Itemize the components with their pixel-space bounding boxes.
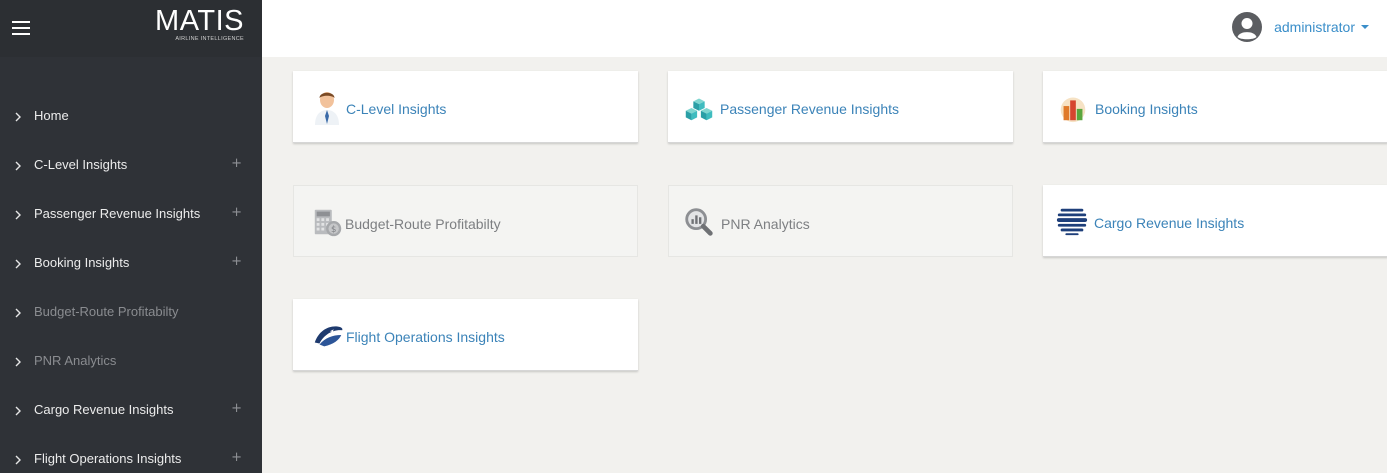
tile-label: Flight Operations Insights xyxy=(346,329,505,345)
bar-chart-icon xyxy=(1060,97,1086,123)
tile-label: Passenger Revenue Insights xyxy=(720,101,899,117)
caret-down-icon xyxy=(1361,25,1369,29)
tile-label: C-Level Insights xyxy=(346,101,447,117)
tile-label: PNR Analytics xyxy=(721,216,810,232)
chevron-right-icon xyxy=(15,308,21,318)
sidebar-item-booking-insights[interactable]: Booking Insights + xyxy=(0,239,262,288)
sidebar-item-label: Passenger Revenue Insights xyxy=(34,206,201,221)
top-bar: administrator xyxy=(262,0,1387,57)
svg-text:$: $ xyxy=(331,225,336,235)
expand-plus-icon[interactable]: + xyxy=(231,450,242,465)
chevron-right-icon xyxy=(15,259,21,269)
tile-booking-insights[interactable]: Booking Insights xyxy=(1043,71,1387,143)
tile-passenger-revenue-insights[interactable]: Passenger Revenue Insights xyxy=(668,71,1013,143)
brand-logo[interactable]: MATIS AIRLINE INTELLIGENCE xyxy=(155,6,244,43)
brand-name: MATIS xyxy=(155,5,244,37)
chevron-right-icon xyxy=(15,161,21,171)
sidebar-item-passenger-revenue-insights[interactable]: Passenger Revenue Insights + xyxy=(0,190,262,239)
airline-logo-icon xyxy=(314,326,343,347)
chevron-right-icon xyxy=(15,210,21,220)
tile-label: Booking Insights xyxy=(1095,101,1198,117)
username: administrator xyxy=(1274,19,1355,35)
tile-label: Cargo Revenue Insights xyxy=(1094,215,1245,231)
expand-plus-icon[interactable]: + xyxy=(231,156,242,171)
chevron-right-icon xyxy=(15,357,21,367)
sidebar-item-pnr-analytics[interactable]: PNR Analytics xyxy=(0,337,262,386)
expand-plus-icon[interactable]: + xyxy=(231,401,242,416)
user-avatar-icon xyxy=(1232,12,1263,42)
tile-cargo-revenue-insights[interactable]: Cargo Revenue Insights xyxy=(1043,185,1387,257)
sidebar-item-c-level-insights[interactable]: C-Level Insights + xyxy=(0,141,262,190)
sidebar: MATIS AIRLINE INTELLIGENCE Home C-Level … xyxy=(0,0,262,473)
sidebar-item-label: Budget-Route Profitabilty xyxy=(34,304,179,319)
hamburger-menu-icon[interactable] xyxy=(12,21,30,35)
magnifier-icon xyxy=(685,208,713,236)
sidebar-item-label: PNR Analytics xyxy=(34,353,117,368)
chevron-right-icon xyxy=(15,406,21,416)
tile-label: Budget-Route Profitabilty xyxy=(345,216,501,232)
calculator-coin-icon: $ xyxy=(314,209,342,237)
sidebar-item-label: C-Level Insights xyxy=(34,157,128,172)
sidebar-item-label: Cargo Revenue Insights xyxy=(34,402,174,417)
user-menu[interactable]: administrator xyxy=(1232,12,1369,42)
expand-plus-icon[interactable]: + xyxy=(231,205,242,220)
globe-icon xyxy=(1056,208,1088,236)
chevron-right-icon xyxy=(15,455,21,465)
sidebar-item-label: Home xyxy=(34,108,69,123)
tile-flight-operations-insights[interactable]: Flight Operations Insights xyxy=(293,299,638,371)
sidebar-item-label: Booking Insights xyxy=(34,255,130,270)
executive-icon xyxy=(315,92,339,125)
expand-plus-icon[interactable]: + xyxy=(231,254,242,269)
sidebar-item-flight-operations-insights[interactable]: Flight Operations Insights + xyxy=(0,435,262,473)
sidebar-header: MATIS AIRLINE INTELLIGENCE xyxy=(0,0,262,57)
sidebar-item-budget-route-profitability[interactable]: Budget-Route Profitabilty xyxy=(0,288,262,337)
sidebar-item-home[interactable]: Home xyxy=(0,92,262,141)
sidebar-menu: Home C-Level Insights + Passenger Revenu… xyxy=(0,92,262,473)
sidebar-item-label: Flight Operations Insights xyxy=(34,451,182,466)
tile-budget-route-profitability[interactable]: $ Budget-Route Profitabilty xyxy=(293,185,638,257)
brand-tagline: AIRLINE INTELLIGENCE xyxy=(175,36,244,42)
chevron-right-icon xyxy=(15,112,21,122)
cubes-icon xyxy=(685,98,713,121)
sidebar-item-cargo-revenue-insights[interactable]: Cargo Revenue Insights + xyxy=(0,386,262,435)
tile-pnr-analytics[interactable]: PNR Analytics xyxy=(668,185,1013,257)
tile-c-level-insights[interactable]: C-Level Insights xyxy=(293,71,638,143)
